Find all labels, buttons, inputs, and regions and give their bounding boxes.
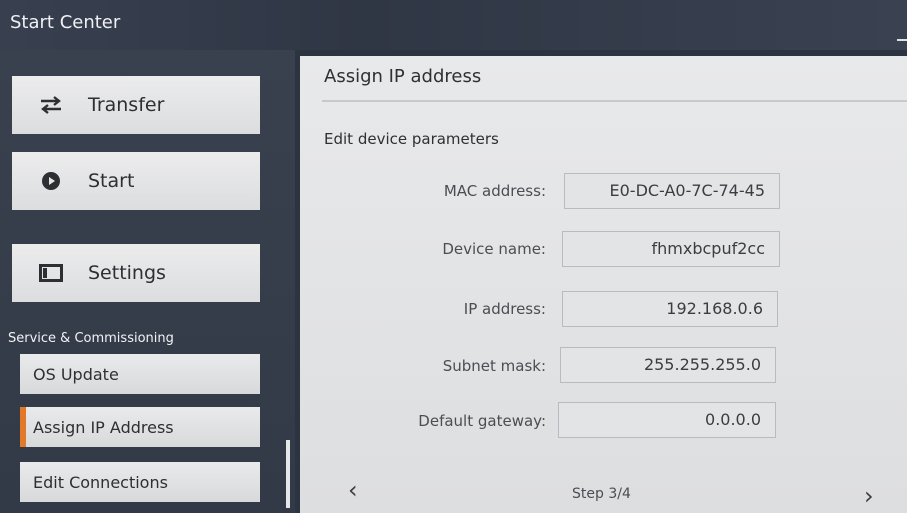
settings-button-label: Settings <box>88 262 166 284</box>
assign-ip-address-label: Assign IP Address <box>33 417 174 437</box>
edit-connections-item[interactable]: Edit Connections <box>20 462 260 502</box>
sidebar-scrollbar[interactable] <box>286 440 290 508</box>
window-control-mark <box>897 39 907 41</box>
device-name-label: Device name: <box>442 240 546 258</box>
assign-ip-panel: Assign IP address Edit device parameters… <box>300 56 907 513</box>
start-button-label: Start <box>88 170 135 192</box>
settings-button[interactable]: Settings <box>12 244 260 302</box>
section-title: Edit device parameters <box>324 130 499 148</box>
assign-ip-address-item[interactable]: Assign IP Address <box>20 407 260 447</box>
transfer-button-label: Transfer <box>88 94 165 116</box>
page-title: Assign IP address <box>324 66 482 87</box>
title-divider <box>322 100 907 102</box>
subnet-mask-label: Subnet mask: <box>442 357 546 375</box>
settings-window-icon <box>38 262 64 284</box>
transfer-button[interactable]: Transfer <box>12 76 260 134</box>
app-title: Start Center <box>10 12 121 33</box>
previous-step-button[interactable]: ‹ <box>348 476 358 504</box>
subnet-mask-field[interactable]: 255.255.255.0 <box>560 347 776 383</box>
transfer-arrows-icon <box>38 94 64 116</box>
mac-address-label: MAC address: <box>443 182 546 200</box>
next-step-button[interactable]: › <box>864 482 874 510</box>
start-button[interactable]: Start <box>12 152 260 210</box>
os-update-item[interactable]: OS Update <box>20 354 260 394</box>
os-update-label: OS Update <box>33 364 119 384</box>
title-bar: Start Center <box>0 0 907 50</box>
play-circle-icon <box>38 170 64 192</box>
ip-address-label: IP address: <box>463 300 546 318</box>
edit-connections-label: Edit Connections <box>33 472 168 492</box>
service-commissioning-heading: Service & Commissioning <box>8 331 174 346</box>
sidebar: Transfer Start Settings Service & Commis… <box>0 50 295 513</box>
device-name-field[interactable]: fhmxbcpuf2cc <box>562 231 780 267</box>
default-gateway-field[interactable]: 0.0.0.0 <box>558 402 776 438</box>
step-indicator: Step 3/4 <box>572 486 631 502</box>
ip-address-field[interactable]: 192.168.0.6 <box>562 291 778 327</box>
default-gateway-label: Default gateway: <box>418 412 546 430</box>
mac-address-field: E0-DC-A0-7C-74-45 <box>564 173 780 209</box>
